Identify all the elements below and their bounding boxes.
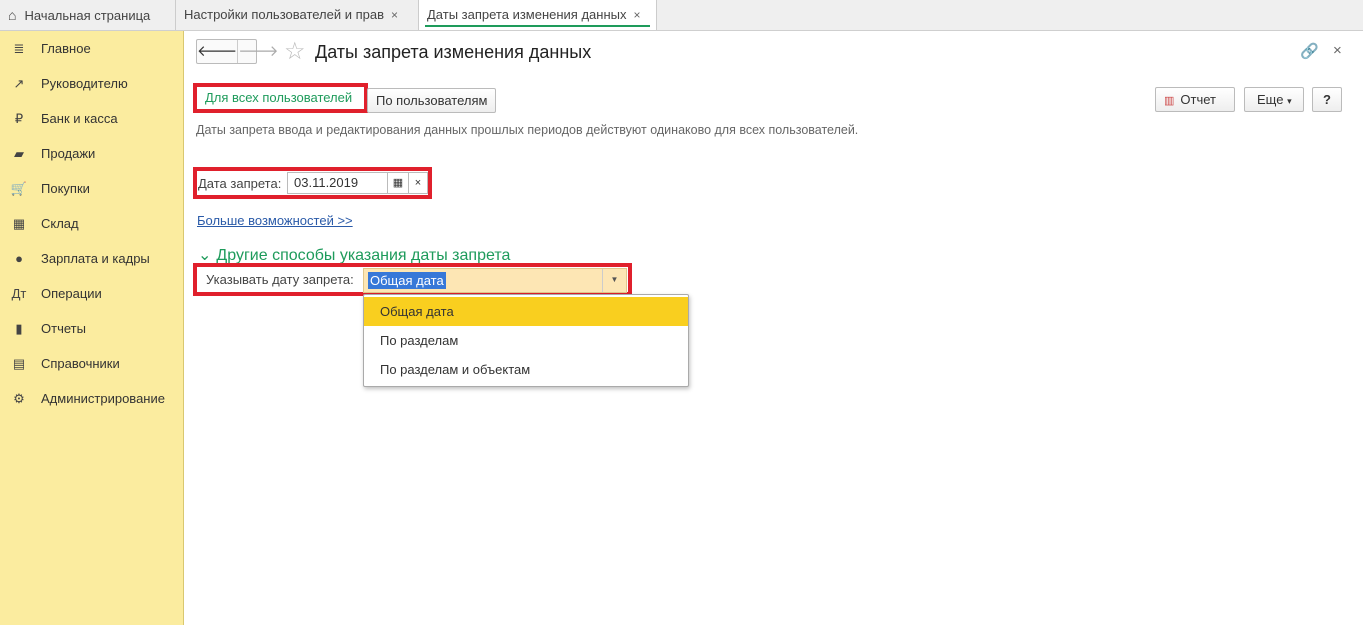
- sidebar-item-label: Склад: [41, 216, 79, 231]
- sidebar-item[interactable]: ₽ Банк и касса: [0, 101, 183, 136]
- sidebar-item-label: Руководителю: [41, 76, 128, 91]
- group-title: Другие способы указания даты запрета: [216, 247, 511, 264]
- sidebar-item-label: Администрирование: [41, 391, 165, 406]
- tab-label: Даты запрета изменения данных: [427, 7, 627, 22]
- clear-button[interactable]: ×: [408, 172, 428, 194]
- chevron-down-icon: ⌄: [198, 247, 212, 264]
- report-button[interactable]: ▥ Отчет: [1155, 87, 1235, 112]
- chevron-down-icon: ▾: [1287, 96, 1292, 106]
- sidebar-icon: Дт: [11, 286, 27, 301]
- calendar-icon[interactable]: ▦: [387, 172, 409, 194]
- sidebar-item-label: Банк и касса: [41, 111, 118, 126]
- dropdown-arrow-icon[interactable]: ▼: [602, 269, 626, 292]
- home-icon: ⌂: [8, 7, 17, 23]
- mode-select-value: Общая дата: [368, 272, 446, 289]
- tab-all-users[interactable]: Для всех пользователей: [205, 90, 352, 105]
- sidebar-icon: ₽: [14, 110, 24, 126]
- sidebar: ≣ Главное ↗ Руководителю ₽ Банк и касса ▰ Прода…: [0, 31, 184, 625]
- sidebar-icon: ▰: [14, 145, 24, 161]
- sidebar-item[interactable]: Дт Операции: [0, 276, 183, 311]
- more-button[interactable]: Еще ▾: [1244, 87, 1304, 112]
- page-title: Даты запрета изменения данных: [315, 42, 592, 62]
- close-icon[interactable]: ×: [633, 8, 640, 22]
- more-options-link[interactable]: Больше возможностей >>: [197, 213, 353, 228]
- sidebar-icon: ⚙: [13, 390, 25, 406]
- report-icon: ▥: [1164, 95, 1175, 107]
- tab-change-dates[interactable]: Даты запрета изменения данных ×: [419, 0, 657, 30]
- nav-buttons: 🡐 🡒: [196, 39, 278, 64]
- sidebar-icon: 🛒: [10, 180, 28, 196]
- sidebar-item-label: Справочники: [41, 356, 120, 371]
- sidebar-item[interactable]: ≣ Главное: [0, 31, 183, 66]
- mode-select[interactable]: Общая дата ▼: [363, 268, 627, 293]
- link-icon[interactable]: 🔗: [1300, 42, 1319, 60]
- option-general-date[interactable]: Общая дата: [364, 297, 688, 326]
- tab-user-settings[interactable]: Настройки пользователей и прав ×: [176, 0, 419, 30]
- star-icon[interactable]: ☆: [284, 37, 306, 66]
- sidebar-item-label: Отчеты: [41, 321, 86, 336]
- tab-home[interactable]: ⌂ Начальная страница: [0, 0, 176, 30]
- tab-label: Настройки пользователей и прав: [184, 7, 385, 22]
- sidebar-item[interactable]: 🛒 Покупки: [0, 171, 183, 206]
- forward-button[interactable]: 🡒: [237, 40, 278, 63]
- sidebar-icon: ▦: [12, 215, 26, 231]
- sidebar-icon: ●: [15, 251, 23, 266]
- option-by-sections-objects[interactable]: По разделам и объектам: [364, 355, 688, 384]
- sidebar-item[interactable]: ⚙ Администрирование: [0, 381, 183, 416]
- sidebar-item[interactable]: ▦ Склад: [0, 206, 183, 241]
- back-button[interactable]: 🡐: [197, 40, 237, 63]
- tab-bar: ⌂ Начальная страница Настройки пользовате…: [0, 0, 1363, 31]
- help-button[interactable]: ?: [1312, 87, 1342, 112]
- description-text: Даты запрета ввода и редактирования данн…: [196, 123, 859, 137]
- sidebar-item-label: Продажи: [41, 146, 96, 161]
- report-label: Отчет: [1180, 92, 1216, 107]
- option-by-sections[interactable]: По разделам: [364, 326, 688, 355]
- sidebar-item[interactable]: ▮ Отчеты: [0, 311, 183, 346]
- main-panel: 🡐 🡒 ☆ Даты запрета изменения данных 🔗 × …: [185, 31, 1363, 625]
- sidebar-item-label: Операции: [41, 286, 102, 301]
- sidebar-item[interactable]: ↗ Руководителю: [0, 66, 183, 101]
- sidebar-item[interactable]: ▤ Справочники: [0, 346, 183, 381]
- mode-label: Указывать дату запрета:: [206, 272, 354, 287]
- sidebar-icon: ▮: [15, 320, 23, 336]
- mode-dropdown-list: Общая дата По разделам По разделам и объ…: [363, 294, 689, 387]
- group-header[interactable]: ⌄ Другие способы указания даты запрета: [198, 245, 510, 265]
- sidebar-icon: ↗: [13, 75, 25, 91]
- more-label: Еще: [1257, 92, 1284, 107]
- sidebar-icon: ≣: [13, 40, 25, 56]
- date-label: Дата запрета:: [198, 176, 282, 191]
- sidebar-item-label: Главное: [41, 41, 91, 56]
- close-icon[interactable]: ×: [391, 8, 398, 22]
- by-users-button[interactable]: По пользователям: [367, 88, 497, 113]
- sidebar-item-label: Покупки: [41, 181, 90, 196]
- tab-label: Начальная страница: [24, 8, 151, 23]
- date-input[interactable]: 03.11.2019: [287, 172, 388, 194]
- close-icon[interactable]: ×: [1333, 42, 1342, 59]
- sidebar-item[interactable]: ● Зарплата и кадры: [0, 241, 183, 276]
- sidebar-icon: ▤: [12, 355, 26, 371]
- sidebar-item-label: Зарплата и кадры: [41, 251, 150, 266]
- sidebar-item[interactable]: ▰ Продажи: [0, 136, 183, 171]
